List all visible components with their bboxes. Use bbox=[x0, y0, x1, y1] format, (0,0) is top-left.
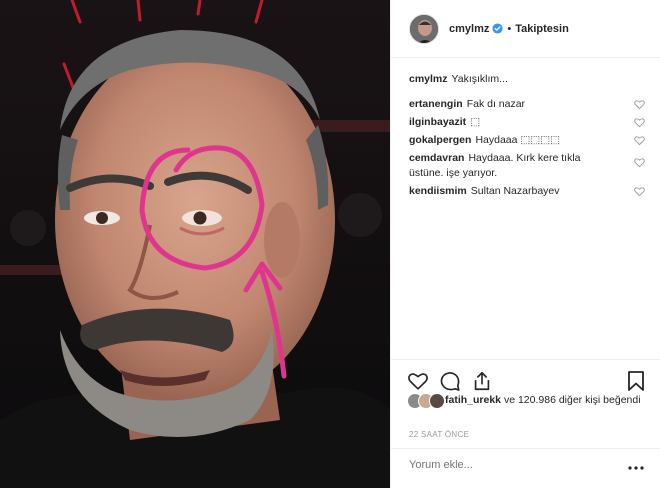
caption-text: Yakışıklım... bbox=[451, 73, 508, 85]
post-header: cmylmz • Takiptesin bbox=[391, 0, 660, 58]
profile-avatar[interactable] bbox=[409, 13, 439, 44]
comments-list: cmylmz Yakışıklım... ertanengin Fak dı naz… bbox=[409, 72, 645, 199]
post-timestamp[interactable]: 22 SAAT ÖNCE bbox=[409, 430, 469, 439]
caption: cmylmz Yakışıklım... bbox=[409, 72, 645, 87]
comment-text: Fak dı nazar bbox=[466, 98, 526, 110]
likes-count-text[interactable]: ve 120.986 diğer kişi beğendi bbox=[504, 394, 641, 406]
first-liker-username[interactable]: fatih_urekk bbox=[445, 394, 501, 406]
post-photo[interactable] bbox=[0, 0, 390, 488]
comment-input[interactable] bbox=[409, 459, 609, 471]
comment-text: Sultan Nazarbayev bbox=[470, 185, 560, 197]
header-username[interactable]: cmylmz bbox=[449, 23, 489, 35]
comment-text: Haydaaa ⬚⬚⬚⬚ bbox=[475, 134, 561, 146]
liker-avatar bbox=[429, 393, 445, 409]
action-icons bbox=[407, 370, 493, 392]
comment-username[interactable]: ertanengin bbox=[409, 98, 463, 110]
verified-badge-icon bbox=[492, 23, 503, 34]
comment-bubble-icon[interactable] bbox=[439, 370, 461, 392]
comment-username[interactable]: kendiismim bbox=[409, 185, 467, 197]
comment-item: cemdavran Haydaaa. Kırk kere tıkla üstüne… bbox=[409, 151, 645, 181]
caption-username[interactable]: cmylmz bbox=[409, 73, 448, 85]
comment-like-heart-icon[interactable] bbox=[634, 135, 645, 146]
comment-item: ertanengin Fak dı nazar bbox=[409, 97, 645, 112]
comment-username[interactable]: cemdavran bbox=[409, 152, 464, 164]
comment-username[interactable]: ilginbayazit bbox=[409, 116, 466, 128]
comment-item: gokalpergen Haydaaa ⬚⬚⬚⬚ bbox=[409, 133, 645, 148]
post-details-panel: cmylmz • Takiptesin cmylmz Yakışıklım... … bbox=[390, 0, 660, 488]
share-icon[interactable] bbox=[471, 370, 493, 392]
comment-username[interactable]: gokalpergen bbox=[409, 134, 471, 146]
likes-summary: fatih_urekk ve 120.986 diğer kişi beğend… bbox=[407, 393, 647, 409]
heart-icon[interactable] bbox=[407, 370, 429, 392]
bookmark-icon[interactable] bbox=[626, 370, 646, 392]
comment-like-heart-icon[interactable] bbox=[634, 157, 645, 168]
comment-like-heart-icon[interactable] bbox=[634, 117, 645, 128]
more-dots-icon[interactable] bbox=[628, 465, 644, 471]
comment-text: ⬚ bbox=[470, 116, 481, 128]
comment-like-heart-icon[interactable] bbox=[634, 186, 645, 197]
comment-item: ilginbayazit ⬚ bbox=[409, 115, 645, 130]
comment-item: kendiismim Sultan Nazarbayev bbox=[409, 184, 645, 199]
instagram-post: cmylmz • Takiptesin cmylmz Yakışıklım... … bbox=[0, 0, 660, 488]
selfie-image bbox=[0, 0, 390, 488]
comment-like-heart-icon[interactable] bbox=[634, 99, 645, 110]
header-separator: • bbox=[507, 22, 512, 35]
following-button[interactable]: Takiptesin bbox=[515, 23, 569, 35]
avatar-image bbox=[410, 14, 438, 43]
add-comment-section bbox=[391, 448, 660, 488]
liker-avatars bbox=[407, 393, 447, 409]
